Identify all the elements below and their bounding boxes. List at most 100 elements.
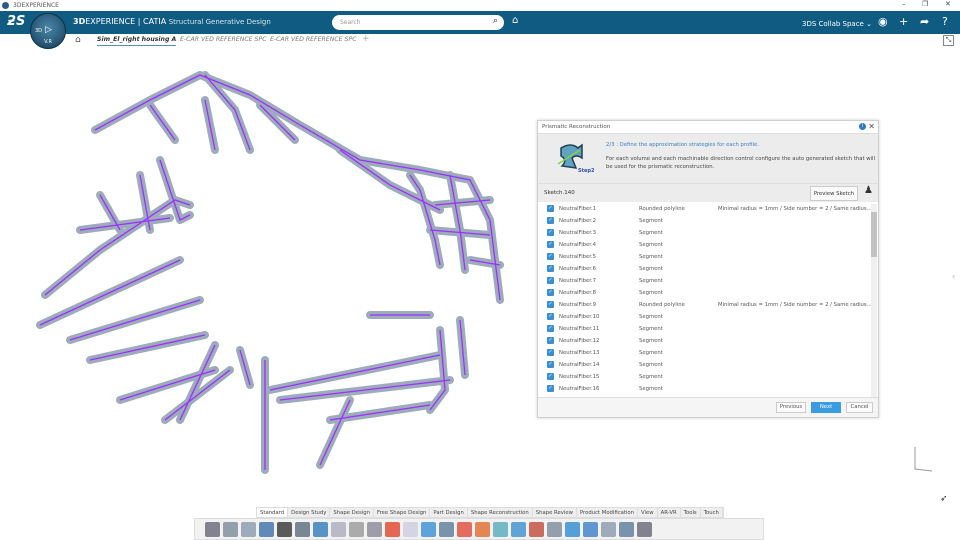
collab-space-dropdown[interactable]: 3DS Collab Space ⌄ bbox=[802, 20, 872, 28]
toolbar-tab[interactable]: Shape Design bbox=[330, 508, 374, 517]
preview-sketch-button[interactable]: Preview Sketch bbox=[809, 186, 858, 201]
toolbar-tab[interactable]: Free Shape Design bbox=[374, 508, 431, 517]
fiber-checkbox[interactable]: ✓ bbox=[547, 265, 554, 272]
fiber-row[interactable]: ✓ NeutralFiber.13 Segment bbox=[538, 347, 873, 359]
chart-b-icon[interactable] bbox=[547, 521, 562, 537]
restore-button[interactable]: ❐ bbox=[922, 0, 928, 8]
fiber-method[interactable]: Segment bbox=[639, 386, 663, 392]
next-button[interactable]: Next bbox=[811, 402, 841, 413]
play-icon[interactable]: ▷ bbox=[45, 25, 52, 35]
fiber-method[interactable]: Rounded polyline bbox=[639, 302, 685, 308]
home-icon[interactable]: ⌂ bbox=[75, 35, 81, 45]
fiber-row[interactable]: ✓ NeutralFiber.14 Segment bbox=[538, 359, 873, 371]
fiber-method[interactable]: Segment bbox=[639, 254, 663, 260]
paste-icon[interactable] bbox=[241, 521, 256, 537]
fiber-checkbox[interactable]: ✓ bbox=[547, 241, 554, 248]
zoom-icon[interactable] bbox=[277, 521, 292, 537]
fiber-method[interactable]: Segment bbox=[639, 326, 663, 332]
toolbar-tab[interactable]: Shape Review bbox=[533, 508, 577, 517]
assembly-a-icon[interactable] bbox=[601, 521, 616, 537]
fiber-row[interactable]: ✓ NeutralFiber.12 Segment bbox=[538, 335, 873, 347]
fiber-row[interactable]: ✓ NeutralFiber.15 Segment bbox=[538, 371, 873, 383]
info-icon[interactable]: i bbox=[859, 123, 866, 130]
fiber-row[interactable]: ✓ NeutralFiber.4 Segment bbox=[538, 239, 873, 251]
fiber-checkbox[interactable]: ✓ bbox=[547, 373, 554, 380]
close-button[interactable]: ✕ bbox=[945, 0, 951, 8]
fiber-method[interactable]: Segment bbox=[639, 278, 663, 284]
share-icon[interactable]: ➦ bbox=[920, 15, 929, 28]
fiber-checkbox[interactable]: ✓ bbox=[547, 205, 554, 212]
toolbar-tab[interactable]: Touch bbox=[701, 508, 723, 517]
fibers-icon[interactable] bbox=[511, 521, 526, 537]
toolbar-tab[interactable]: Standard bbox=[257, 508, 289, 517]
toolbar-tab[interactable]: AR-VR bbox=[658, 508, 681, 517]
assembly-b-icon[interactable] bbox=[619, 521, 634, 537]
fiber-method[interactable]: Segment bbox=[639, 374, 663, 380]
fiber-method[interactable]: Rounded polyline bbox=[639, 206, 685, 212]
fullscreen-icon[interactable]: ⤡ bbox=[943, 35, 954, 46]
move-a-icon[interactable] bbox=[565, 521, 580, 537]
section-icon[interactable] bbox=[403, 521, 418, 537]
copy-icon[interactable] bbox=[223, 521, 238, 537]
move-b-icon[interactable] bbox=[583, 521, 598, 537]
3ds-logo-icon[interactable]: ƻS bbox=[7, 14, 25, 29]
fiber-method[interactable]: Segment bbox=[639, 314, 663, 320]
fiber-method[interactable]: Segment bbox=[639, 218, 663, 224]
fiber-checkbox[interactable]: ✓ bbox=[547, 337, 554, 344]
dialog-close-icon[interactable]: ✕ bbox=[868, 122, 875, 131]
toolbar-tab[interactable]: View bbox=[638, 508, 658, 517]
search-input[interactable]: Search ⌕ bbox=[332, 15, 504, 30]
shape-c-icon[interactable] bbox=[457, 521, 472, 537]
fiber-row[interactable]: ✓ NeutralFiber.7 Segment bbox=[538, 275, 873, 287]
import-icon[interactable] bbox=[367, 521, 382, 537]
minimize-button[interactable]: – bbox=[902, 0, 906, 8]
fiber-checkbox[interactable]: ✓ bbox=[547, 217, 554, 224]
fiber-row[interactable]: ✓ NeutralFiber.10 Segment bbox=[538, 311, 873, 323]
preview-manipulator-icon[interactable]: ♟ bbox=[864, 185, 873, 196]
compass-widget[interactable]: 3D ▷ V.R bbox=[30, 13, 66, 49]
fiber-row[interactable]: ✓ NeutralFiber.3 Segment bbox=[538, 227, 873, 239]
fiber-checkbox[interactable]: ✓ bbox=[547, 301, 554, 308]
list-scrollbar[interactable] bbox=[871, 204, 877, 397]
toolbar-tab[interactable]: Tools bbox=[681, 508, 701, 517]
cancel-button[interactable]: Cancel bbox=[846, 402, 873, 413]
toolbar-tab[interactable]: Product Modification bbox=[577, 508, 639, 517]
fiber-row[interactable]: ✓ NeutralFiber.8 Segment bbox=[538, 287, 873, 299]
new-tab-button[interactable]: + bbox=[362, 34, 370, 44]
fiber-checkbox[interactable]: ✓ bbox=[547, 253, 554, 260]
fiber-method[interactable]: Segment bbox=[639, 290, 663, 296]
add-icon[interactable]: + bbox=[899, 15, 908, 28]
tab-sim-housing[interactable]: Sim_El_right housing A bbox=[97, 36, 177, 46]
tab-ecar-ref-1[interactable]: E-CAR VED REFERENCE SPC bbox=[180, 36, 267, 43]
update-icon[interactable] bbox=[313, 521, 328, 537]
fiber-checkbox[interactable]: ✓ bbox=[547, 325, 554, 332]
render-icon[interactable] bbox=[637, 521, 652, 537]
undo-icon[interactable] bbox=[259, 521, 274, 537]
fiber-row[interactable]: ✓ NeutralFiber.11 Segment bbox=[538, 323, 873, 335]
fiber-checkbox[interactable]: ✓ bbox=[547, 277, 554, 284]
fiber-checkbox[interactable]: ✓ bbox=[547, 361, 554, 368]
search-icon[interactable]: ⌕ bbox=[493, 16, 498, 26]
shape-e-icon[interactable] bbox=[493, 521, 508, 537]
fiber-method[interactable]: Segment bbox=[639, 230, 663, 236]
fiber-checkbox[interactable]: ✓ bbox=[547, 229, 554, 236]
fiber-method[interactable]: Segment bbox=[639, 362, 663, 368]
previous-button[interactable]: Previous bbox=[776, 402, 806, 413]
tab-ecar-ref-2[interactable]: E-CAR VED REFERENCE SPC bbox=[270, 36, 357, 43]
color-map-icon[interactable] bbox=[385, 521, 400, 537]
side-panel-toggle-icon[interactable]: ‹ bbox=[952, 272, 955, 281]
measure-icon[interactable] bbox=[331, 521, 346, 537]
cut-icon[interactable] bbox=[205, 521, 220, 537]
shape-a-icon[interactable] bbox=[421, 521, 436, 537]
fiber-row[interactable]: ✓ NeutralFiber.2 Segment bbox=[538, 215, 873, 227]
toolbar-tab[interactable]: Design Study bbox=[288, 508, 331, 517]
toolbar-tab[interactable]: Shape Reconstruction bbox=[468, 508, 533, 517]
fiber-row[interactable]: ✓ NeutralFiber.9 Rounded polyline Minimal r… bbox=[538, 299, 873, 311]
part-icon[interactable] bbox=[349, 521, 364, 537]
tag-icon[interactable]: ⌂ bbox=[512, 15, 518, 26]
shape-b-icon[interactable] bbox=[439, 521, 454, 537]
fiber-method[interactable]: Segment bbox=[639, 350, 663, 356]
fiber-checkbox[interactable]: ✓ bbox=[547, 385, 554, 392]
user-icon[interactable]: ◉ bbox=[878, 15, 888, 28]
chart-a-icon[interactable] bbox=[529, 521, 544, 537]
